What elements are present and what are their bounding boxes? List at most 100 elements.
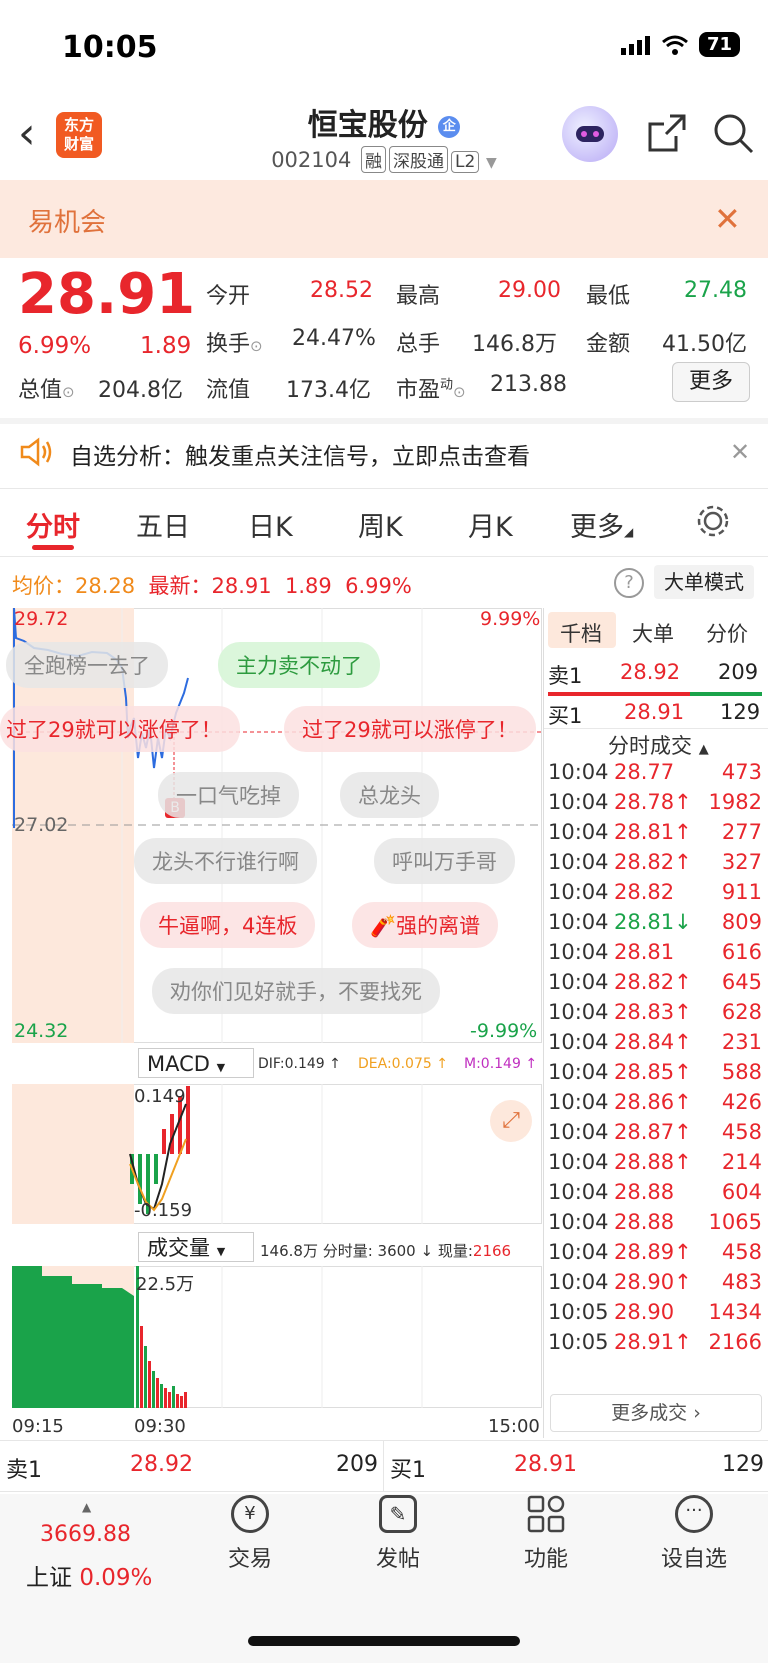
sell1-price: 28.92 bbox=[620, 660, 681, 684]
float-label: 流值 bbox=[206, 378, 251, 403]
divider bbox=[544, 728, 768, 729]
comment-bubble[interactable]: 过了29就可以涨停了！ bbox=[284, 706, 536, 752]
tab-price-dist[interactable]: 分价 bbox=[706, 618, 748, 648]
volume-indicator-select[interactable]: 成交量 ▼ bbox=[138, 1232, 254, 1262]
change-amount: 1.89 bbox=[140, 333, 192, 359]
info-icon[interactable]: ⊙ bbox=[62, 383, 75, 401]
tick-time: 10:04 bbox=[548, 940, 609, 964]
index-ticker[interactable]: 上证 0.09% bbox=[26, 1558, 152, 1592]
tab-five-day[interactable]: 五日 bbox=[136, 505, 190, 544]
tab-weekly-k[interactable]: 周K bbox=[358, 505, 403, 544]
close-icon[interactable]: ✕ bbox=[730, 438, 750, 466]
order-buy-volume: 129 bbox=[722, 1452, 764, 1477]
tick-time: 10:04 bbox=[548, 1000, 609, 1024]
comment-bubble[interactable]: 一口气吃掉 bbox=[158, 772, 299, 818]
tick-time: 10:04 bbox=[548, 790, 609, 814]
tick-row: 10:05 28.91↑ 2166 bbox=[548, 1330, 762, 1362]
latest-change: 1.89 bbox=[284, 574, 332, 598]
status-time: 10:05 bbox=[62, 30, 158, 65]
macd-min: -0.159 bbox=[134, 1200, 193, 1221]
order-buy-price: 28.91 bbox=[514, 1452, 577, 1477]
stock-code: 002104 bbox=[271, 148, 352, 172]
tab-monthly-k[interactable]: 月K bbox=[468, 505, 513, 544]
tick-volume: 588 bbox=[721, 1060, 762, 1084]
divider bbox=[543, 608, 544, 1438]
macd-dea: DEA:0.075 ↑ bbox=[358, 1056, 448, 1072]
tab-daily-k[interactable]: 日K bbox=[248, 505, 293, 544]
tick-time: 10:04 bbox=[548, 1030, 609, 1054]
tick-price: 28.81↑ bbox=[614, 820, 692, 844]
nav-features-label: 功能 bbox=[523, 1547, 568, 1572]
gear-icon[interactable] bbox=[696, 504, 730, 538]
info-icon[interactable]: ⊙ bbox=[250, 337, 263, 355]
tick-volume: 458 bbox=[721, 1120, 762, 1144]
pe-label: 市盈动⊙ bbox=[396, 372, 466, 404]
more-button[interactable]: 更多 bbox=[672, 362, 750, 402]
tick-row: 10:04 28.90↑ 483 bbox=[548, 1270, 762, 1302]
more-dots-icon: ··· bbox=[675, 1495, 713, 1533]
battery-indicator: 71 bbox=[698, 32, 740, 57]
macd-dif: DIF:0.149 ↑ bbox=[258, 1056, 341, 1072]
opportunity-banner[interactable] bbox=[0, 180, 768, 258]
tab-more[interactable]: 更多◢ bbox=[570, 505, 633, 544]
turnover-value: 24.47% bbox=[292, 326, 376, 351]
tick-price: 28.91↑ bbox=[614, 1330, 692, 1354]
index-pct: 0.09% bbox=[79, 1565, 153, 1591]
search-icon[interactable] bbox=[712, 112, 756, 156]
tick-price: 28.88 bbox=[614, 1180, 675, 1204]
macd-chart-lines bbox=[129, 1084, 423, 1224]
ticks-title-text: 分时成交 bbox=[608, 734, 692, 758]
assistant-avatar[interactable] bbox=[562, 106, 618, 162]
more-ticks-button[interactable]: 更多成交 › bbox=[550, 1394, 762, 1432]
time-end: 15:00 bbox=[488, 1416, 540, 1437]
tab-depth[interactable]: 千档 bbox=[560, 618, 602, 648]
big-order-mode-button[interactable]: 大单模式 bbox=[654, 565, 754, 599]
nav-trade[interactable]: ¥ 交易 bbox=[200, 1495, 300, 1573]
macd-indicator-select[interactable]: MACD ▼ bbox=[138, 1048, 254, 1078]
tab-intraday[interactable]: 分时 bbox=[26, 505, 80, 544]
volume-total: 146.8万 bbox=[260, 1242, 318, 1260]
share-icon[interactable] bbox=[646, 112, 688, 154]
latest-pct: 6.99% bbox=[345, 574, 412, 598]
index-value[interactable]: 3669.88 bbox=[40, 1522, 131, 1547]
tick-row: 10:04 28.89↑ 458 bbox=[548, 1240, 762, 1272]
intraday-info: 均价：28.28 最新：28.91 1.89 6.99% bbox=[12, 570, 412, 600]
tick-row: 10:04 28.87↑ 458 bbox=[548, 1120, 762, 1152]
tick-time: 10:04 bbox=[548, 1240, 609, 1264]
latest-label: 最新： bbox=[148, 574, 212, 598]
tick-row: 10:04 28.81↓ 809 bbox=[548, 910, 762, 942]
chevron-down-icon[interactable]: ▼ bbox=[486, 155, 497, 171]
info-icon[interactable]: ⊙ bbox=[453, 383, 466, 401]
order-sell-volume: 209 bbox=[336, 1452, 378, 1477]
time-start: 09:15 bbox=[12, 1416, 64, 1437]
nav-add-watchlist[interactable]: ··· 设自选 bbox=[644, 1495, 744, 1573]
ticks-title[interactable]: 分时成交 ▲ bbox=[608, 730, 709, 760]
comment-bubble[interactable]: 龙头不行谁行啊 bbox=[134, 838, 317, 884]
firecracker-icon: 🧨 bbox=[370, 914, 397, 938]
enterprise-badge-icon: 企 bbox=[438, 115, 461, 138]
expand-icon[interactable]: ⤢ bbox=[490, 1100, 532, 1142]
comment-bubble[interactable]: 总龙头 bbox=[340, 772, 439, 818]
comment-bubble[interactable]: 牛逼啊，4连板 bbox=[140, 902, 316, 948]
order-buy-label: 买1 bbox=[390, 1458, 426, 1483]
tick-volume: 616 bbox=[721, 940, 762, 964]
comment-bubble[interactable]: 🧨强的离谱 bbox=[352, 902, 499, 948]
nav-post[interactable]: ✎ 发帖 bbox=[348, 1495, 448, 1573]
comment-bubble[interactable]: 主力卖不动了 bbox=[218, 642, 380, 688]
nav-features[interactable]: 功能 bbox=[496, 1495, 596, 1573]
comment-bubble[interactable]: 全跑榜一去了 bbox=[6, 642, 168, 688]
comment-bubble[interactable]: 呼叫万手哥 bbox=[374, 838, 515, 884]
notice-text[interactable]: 自选分析：触发重点关注信号，立即点击查看 bbox=[70, 437, 530, 471]
tick-time: 10:05 bbox=[548, 1300, 609, 1324]
tab-big-orders[interactable]: 大单 bbox=[632, 618, 674, 648]
close-icon[interactable]: ✕ bbox=[714, 200, 741, 238]
comment-bubble[interactable]: 过了29就可以涨停了！ bbox=[0, 706, 240, 752]
volume-chart-bars bbox=[12, 1266, 423, 1408]
help-icon[interactable]: ? bbox=[614, 568, 644, 598]
tick-row: 10:04 28.78↑ 1982 bbox=[548, 790, 762, 822]
comment-bubble[interactable]: 劝你们见好就手，不要找死 bbox=[152, 968, 440, 1014]
float-value: 173.4亿 bbox=[286, 378, 371, 403]
tick-row: 10:05 28.90 1434 bbox=[548, 1300, 762, 1332]
tick-time: 10:04 bbox=[548, 970, 609, 994]
tick-row: 10:04 28.82↑ 645 bbox=[548, 970, 762, 1002]
